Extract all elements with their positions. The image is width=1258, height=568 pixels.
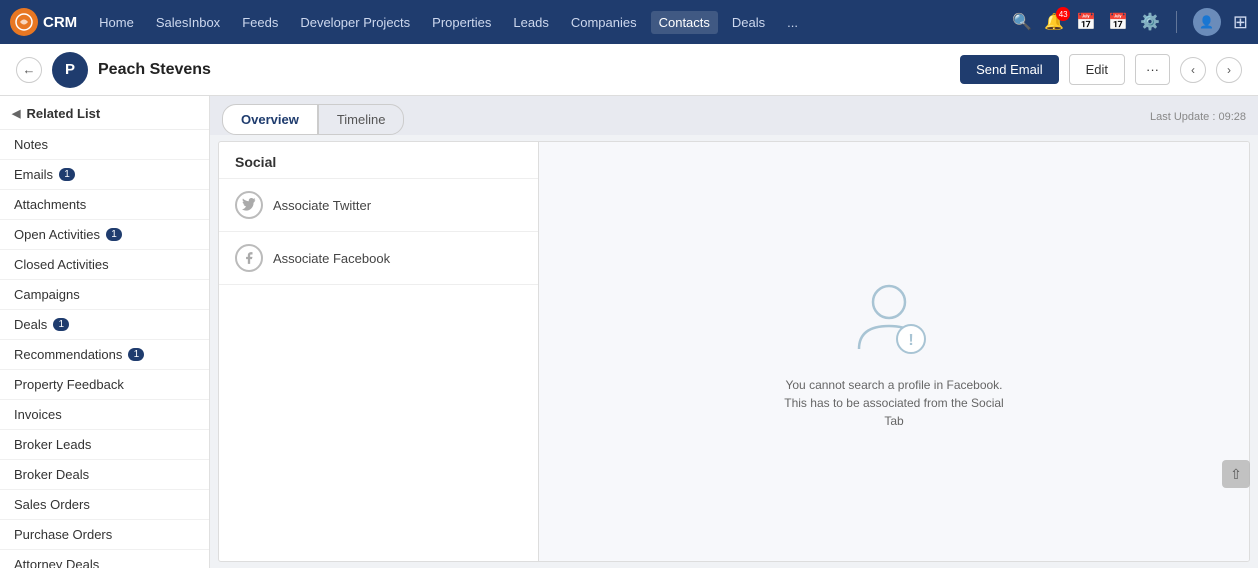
calendar-add-icon[interactable]: 📅 [1076,12,1096,32]
sidebar-item-broker-deals[interactable]: Broker Deals [0,460,209,490]
sidebar-open-activities-label: Open Activities [14,227,100,242]
sidebar-item-emails[interactable]: Emails 1 [0,160,209,190]
associate-facebook-item[interactable]: Associate Facebook [219,232,538,285]
sidebar-item-invoices[interactable]: Invoices [0,400,209,430]
user-avatar[interactable]: 👤 [1193,8,1221,36]
facebook-info-panel: ! You cannot search a profile in Faceboo… [539,142,1249,561]
prev-contact-button[interactable]: ‹ [1180,57,1206,83]
contact-header: ← P Peach Stevens Send Email Edit ··· ‹ … [0,44,1258,96]
svg-text:!: ! [908,332,913,349]
recommendations-badge: 1 [128,348,144,361]
sidebar-item-deals[interactable]: Deals 1 [0,310,209,340]
send-email-button[interactable]: Send Email [960,55,1058,84]
emails-badge: 1 [59,168,75,181]
twitter-icon [235,191,263,219]
brand-label: CRM [43,14,77,31]
main-layout: ◀ Related List Notes Emails 1 Attachment… [0,96,1258,568]
content-panel: Social Associate Twitter [218,141,1250,562]
tab-group: Overview Timeline [222,104,404,135]
contact-avatar: P [52,52,88,88]
facebook-label: Associate Facebook [273,251,390,266]
related-list-sidebar: ◀ Related List Notes Emails 1 Attachment… [0,96,210,568]
facebook-illustration: ! You cannot search a profile in Faceboo… [784,274,1004,430]
notification-bell-icon[interactable]: 🔔 43 [1044,12,1064,32]
sidebar-recommendations-label: Recommendations [14,347,122,362]
topnav-divider [1176,11,1177,33]
sidebar-campaigns-label: Campaigns [14,287,80,302]
facebook-icon [235,244,263,272]
sidebar-item-attorney-deals[interactable]: Attorney Deals [0,550,209,568]
next-contact-button[interactable]: › [1216,57,1242,83]
nav-properties[interactable]: Properties [424,11,499,34]
sidebar-sales-orders-label: Sales Orders [14,497,90,512]
nav-more[interactable]: ... [779,11,806,34]
calendar-icon[interactable]: 📅 [1108,12,1128,32]
sidebar-item-closed-activities[interactable]: Closed Activities [0,250,209,280]
nav-developer-projects[interactable]: Developer Projects [292,11,418,34]
deals-badge: 1 [53,318,69,331]
crm-logo-icon [10,8,38,36]
contact-name: Peach Stevens [98,61,950,79]
grid-apps-icon[interactable]: ⊞ [1233,12,1248,33]
social-section-title: Social [219,142,538,179]
sidebar-item-campaigns[interactable]: Campaigns [0,280,209,310]
sidebar-item-attachments[interactable]: Attachments [0,190,209,220]
nav-home[interactable]: Home [91,11,142,34]
settings-gear-icon[interactable]: ⚙️ [1140,12,1160,32]
last-update-label: Last Update : 09:28 [1150,111,1246,129]
scroll-up-button[interactable]: ⇧ [1222,460,1250,488]
sidebar-collapse-icon[interactable]: ◀ [12,107,20,120]
sidebar-item-recommendations[interactable]: Recommendations 1 [0,340,209,370]
person-illustration-icon: ! [849,274,939,364]
sidebar-item-sales-orders[interactable]: Sales Orders [0,490,209,520]
back-button[interactable]: ← [16,57,42,83]
sidebar-broker-deals-label: Broker Deals [14,467,89,482]
nav-feeds[interactable]: Feeds [234,11,286,34]
sidebar-emails-label: Emails [14,167,53,182]
facebook-info-text: You cannot search a profile in Facebook.… [784,376,1004,430]
sidebar-item-purchase-orders[interactable]: Purchase Orders [0,520,209,550]
nav-salesinbox[interactable]: SalesInbox [148,11,228,34]
sidebar-item-broker-leads[interactable]: Broker Leads [0,430,209,460]
sidebar-broker-leads-label: Broker Leads [14,437,91,452]
twitter-label: Associate Twitter [273,198,371,213]
sidebar-invoices-label: Invoices [14,407,62,422]
search-icon[interactable]: 🔍 [1012,12,1032,32]
tabs-bar: Overview Timeline Last Update : 09:28 [210,96,1258,135]
sidebar-notes-label: Notes [14,137,48,152]
sidebar-closed-activities-label: Closed Activities [14,257,109,272]
nav-contacts[interactable]: Contacts [651,11,718,34]
tab-timeline[interactable]: Timeline [318,104,405,135]
sidebar-header: ◀ Related List [0,96,209,130]
sidebar-attorney-deals-label: Attorney Deals [14,557,99,568]
nav-deals[interactable]: Deals [724,11,773,34]
sidebar-purchase-orders-label: Purchase Orders [14,527,112,542]
nav-leads[interactable]: Leads [505,11,556,34]
social-section: Social Associate Twitter [219,142,539,561]
more-options-button[interactable]: ··· [1135,54,1170,85]
sidebar-deals-label: Deals [14,317,47,332]
sidebar-attachments-label: Attachments [14,197,86,212]
associate-twitter-item[interactable]: Associate Twitter [219,179,538,232]
open-activities-badge: 1 [106,228,122,241]
two-column-layout: Social Associate Twitter [219,142,1249,561]
topnav-right-actions: 🔍 🔔 43 📅 📅 ⚙️ 👤 ⊞ [1012,8,1248,36]
nav-companies[interactable]: Companies [563,11,645,34]
tab-overview[interactable]: Overview [222,104,318,135]
sidebar-item-property-feedback[interactable]: Property Feedback [0,370,209,400]
edit-button[interactable]: Edit [1069,54,1125,85]
notification-badge: 43 [1056,7,1070,21]
sidebar-header-label: Related List [26,106,100,121]
content-area: Overview Timeline Last Update : 09:28 So… [210,96,1258,568]
top-navigation: CRM Home SalesInbox Feeds Developer Proj… [0,0,1258,44]
sidebar-property-feedback-label: Property Feedback [14,377,124,392]
logo-area: CRM [10,8,77,36]
sidebar-item-notes[interactable]: Notes [0,130,209,160]
sidebar-item-open-activities[interactable]: Open Activities 1 [0,220,209,250]
